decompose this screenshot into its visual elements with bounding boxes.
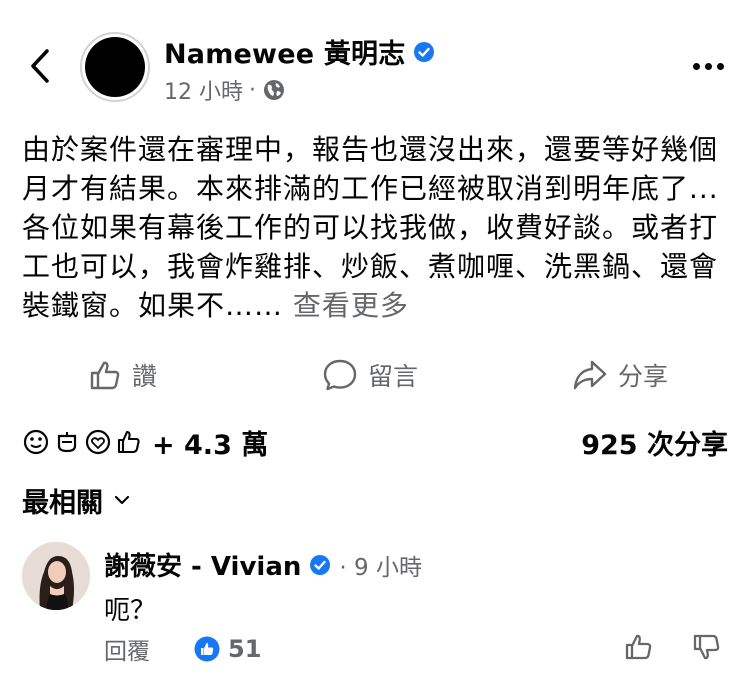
like-button[interactable]: 讚 bbox=[88, 350, 157, 400]
more-options-button[interactable] bbox=[688, 56, 728, 76]
author-name[interactable]: Namewee 黃明志 bbox=[164, 32, 405, 71]
comment-likes[interactable]: 51 bbox=[194, 635, 261, 663]
reaction-count: + 4.3 萬 bbox=[152, 429, 269, 461]
comment-sort-dropdown[interactable]: 最相關 bbox=[22, 480, 131, 520]
globe-icon bbox=[262, 78, 286, 102]
comment-author[interactable]: 謝薇安 - Vivian bbox=[104, 546, 301, 583]
share-button[interactable]: 分享 bbox=[572, 350, 668, 400]
meta-separator: · bbox=[249, 77, 256, 103]
like-label: 讚 bbox=[132, 362, 158, 391]
post-stats: + 4.3 萬 925 次分享 bbox=[22, 420, 728, 464]
like-badge-icon bbox=[194, 636, 220, 662]
like-icon bbox=[90, 361, 120, 390]
thumbs-down-icon[interactable] bbox=[692, 632, 722, 662]
author-avatar[interactable] bbox=[80, 32, 150, 102]
post-body: 由於案件還在審理中，報告也還沒出來，還要等好幾個月才有結果。本來排滿的工作已經被… bbox=[22, 130, 734, 325]
post-actions: 讚 留言 分享 bbox=[0, 350, 750, 400]
comment-label: 留言 bbox=[368, 362, 419, 391]
reply-button[interactable]: 回覆 bbox=[104, 632, 150, 666]
reaction-face-icon bbox=[22, 428, 50, 456]
commenter-avatar[interactable] bbox=[22, 542, 90, 610]
chevron-down-icon bbox=[114, 495, 130, 505]
comment-button[interactable]: 留言 bbox=[322, 350, 418, 400]
comment-item: 謝薇安 - Vivian · 9 小時 呃？ 回覆 51 bbox=[22, 540, 728, 670]
share-icon bbox=[573, 360, 607, 390]
more-icon bbox=[692, 62, 700, 70]
sort-label: 最相關 bbox=[22, 487, 103, 519]
thumbs-up-icon[interactable] bbox=[624, 632, 654, 662]
share-count[interactable]: 925 次分享 bbox=[581, 423, 728, 462]
verified-icon bbox=[309, 554, 331, 576]
reaction-laugh-icon bbox=[53, 428, 81, 456]
reaction-heart-icon bbox=[84, 428, 112, 456]
comment-icon bbox=[323, 359, 357, 391]
verified-icon bbox=[413, 41, 435, 63]
comment-time: · 9 小時 bbox=[339, 554, 422, 581]
comment-like-count: 51 bbox=[228, 635, 262, 663]
reactions-summary[interactable]: + 4.3 萬 bbox=[22, 423, 268, 462]
reaction-like-icon bbox=[115, 428, 143, 456]
see-more-link[interactable]: 查看更多 bbox=[293, 289, 409, 322]
post-header: Namewee 黃明志 12 小時 · bbox=[0, 0, 750, 110]
share-label: 分享 bbox=[618, 362, 669, 391]
comment-text: 呃？ bbox=[104, 596, 157, 626]
back-button[interactable] bbox=[22, 44, 58, 88]
back-arrow-icon bbox=[31, 49, 49, 83]
post-time[interactable]: 12 小時 bbox=[164, 74, 243, 106]
